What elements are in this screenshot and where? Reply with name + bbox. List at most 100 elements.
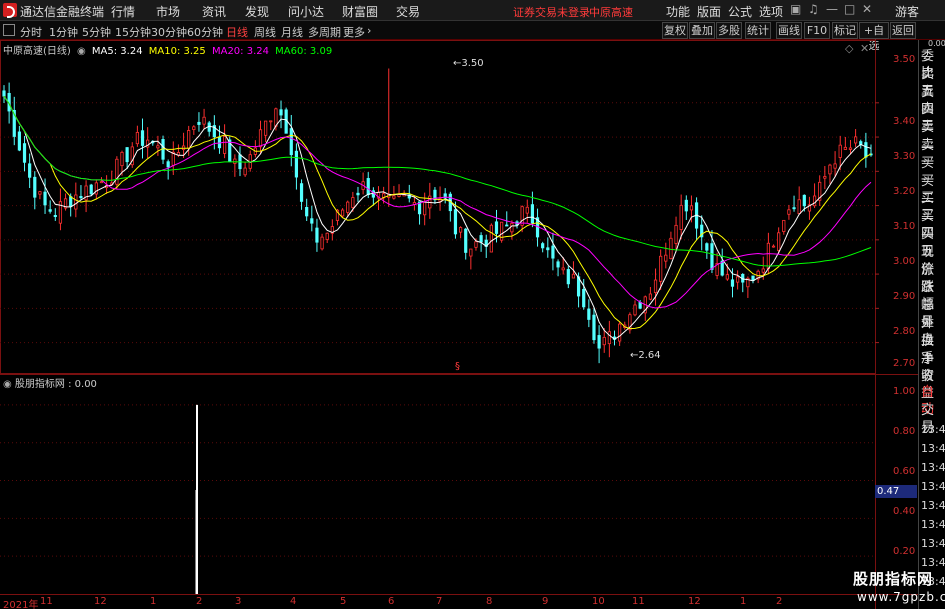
candle-body — [848, 147, 853, 150]
period-30min[interactable]: 30分钟 — [151, 24, 187, 40]
candle-body — [269, 120, 273, 123]
candle-body — [115, 158, 119, 185]
candle-body — [705, 243, 709, 251]
date-tick: 5 — [340, 596, 347, 607]
login-status[interactable]: 证券交易未登录 — [513, 4, 590, 20]
panel-top-value: 0.00 — [928, 39, 945, 48]
candle-body — [777, 232, 781, 251]
tool-f10-button[interactable]: F10 — [804, 22, 830, 39]
period-1min[interactable]: 1分钟 — [49, 24, 78, 40]
price-tick: 3.30 — [893, 151, 916, 162]
candle-body — [828, 164, 832, 175]
menu-item-function[interactable]: 功能 — [666, 3, 690, 20]
moving-average-lines — [3, 95, 872, 340]
date-tick: 10 — [592, 596, 605, 607]
candle-body — [315, 227, 319, 243]
candle-body — [135, 132, 139, 145]
bell-icon[interactable]: ♫ — [808, 2, 819, 16]
period-15min[interactable]: 15分钟 — [115, 24, 151, 40]
candle-body — [99, 181, 104, 184]
candle-body — [33, 176, 37, 198]
back-button[interactable]: 返回 — [890, 22, 916, 39]
menu-item-quotes[interactable]: 行情 — [111, 3, 135, 20]
candle-body — [597, 335, 601, 349]
period-5min[interactable]: 5分钟 — [82, 24, 111, 40]
period-more[interactable]: 更多 — [343, 24, 365, 40]
candle-body — [325, 232, 329, 240]
skin-icon[interactable]: ▣ — [790, 2, 801, 16]
tick-time: 13:45 — [921, 537, 945, 550]
tool-adjust-button[interactable]: 复权 — [662, 22, 688, 39]
candle-body — [197, 121, 201, 125]
tool-mark-button[interactable]: 标记 — [832, 22, 858, 39]
candle-body — [79, 196, 83, 199]
annotation-low: ←2.64 — [630, 350, 661, 361]
candle-body — [192, 126, 196, 130]
price-tick: 3.40 — [893, 116, 916, 127]
menu-item-formula[interactable]: 公式 — [728, 3, 752, 20]
menu-item-trade[interactable]: 交易 — [396, 3, 420, 20]
menu-item-market[interactable]: 市场 — [156, 3, 180, 20]
candle-body — [823, 176, 827, 179]
candle-body — [464, 228, 468, 253]
candle-body — [320, 236, 324, 250]
close-icon[interactable]: ✕ — [862, 2, 872, 16]
menu-item-discover[interactable]: 发现 — [245, 3, 269, 20]
date-tick: 8 — [486, 596, 493, 607]
candle-body — [346, 201, 350, 213]
menu-item-layout[interactable]: 版面 — [697, 3, 721, 20]
candle-body — [53, 215, 57, 218]
period-multi[interactable]: 多周期 — [308, 24, 341, 40]
minimize-icon[interactable]: — — [826, 2, 838, 16]
tool-draw-button[interactable]: 画线 — [776, 22, 802, 39]
tool-multistock-button[interactable]: 多股 — [716, 22, 742, 39]
candle-body — [792, 207, 796, 210]
candle-body — [710, 243, 714, 270]
chevron-down-icon[interactable]: ◉ — [3, 379, 12, 390]
candle-body — [582, 288, 586, 308]
candle-body — [233, 158, 237, 164]
chevron-right-icon[interactable]: › — [367, 24, 371, 37]
tick-time: 13:45 — [921, 480, 945, 493]
user-guest[interactable]: 游客 — [895, 3, 919, 20]
menu-item-wealth[interactable]: 财富圈 — [342, 3, 378, 20]
menu-item-ask[interactable]: 问小达 — [288, 3, 324, 20]
sidebar-toggle-icon[interactable] — [3, 24, 15, 36]
candle-body — [202, 116, 206, 125]
candle-body — [397, 194, 401, 197]
candle-body — [274, 108, 278, 127]
period-60min[interactable]: 60分钟 — [187, 24, 223, 40]
app-title: 通达信金融终端 — [20, 5, 105, 19]
candle-body — [479, 235, 483, 243]
period-tick[interactable]: 分时 — [20, 24, 42, 40]
annotation-high: ←3.50 — [453, 58, 484, 69]
candle-body — [125, 147, 129, 163]
date-tick: 6 — [388, 596, 395, 607]
period-daily[interactable]: 日线 — [226, 24, 248, 40]
menu-item-news[interactable]: 资讯 — [202, 3, 226, 20]
candle-body — [833, 163, 837, 169]
tool-overlay-button[interactable]: 叠加 — [689, 22, 715, 39]
period-monthly[interactable]: 月线 — [281, 24, 303, 40]
period-weekly[interactable]: 周线 — [254, 24, 276, 40]
candle-body — [730, 279, 735, 287]
candle-body — [279, 109, 283, 116]
add-watchlist-button[interactable]: +自选 — [859, 22, 889, 52]
candle-body — [556, 261, 560, 268]
price-tick: 3.50 — [893, 54, 916, 65]
window-controls: ▣ ♫ — □ ✕ — [790, 0, 890, 20]
price-tick: 3.00 — [893, 256, 916, 267]
menu-item-options[interactable]: 选项 — [759, 3, 783, 20]
candle-body — [351, 197, 355, 208]
candles — [2, 68, 873, 364]
candle-body — [720, 260, 724, 276]
main-pane-border — [0, 40, 876, 374]
tool-stats-button[interactable]: 统计 — [745, 22, 771, 39]
candle-body — [684, 199, 688, 212]
candle-body — [592, 314, 596, 341]
maximize-icon[interactable]: □ — [844, 2, 855, 16]
candle-body — [22, 143, 27, 163]
kline-chart[interactable] — [0, 40, 918, 609]
candle-body — [48, 209, 52, 212]
candle-body — [489, 224, 493, 253]
